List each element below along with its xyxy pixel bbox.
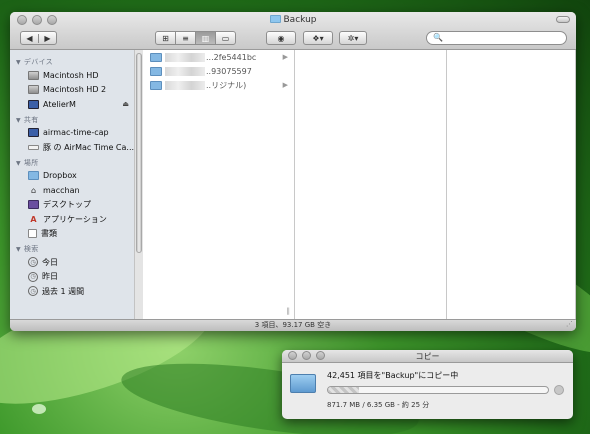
column-1: ...2fe5441bc ▶ ..93075597 ..リジナル) ▶ ‖ [143, 50, 295, 319]
window-title: コピー [415, 352, 440, 361]
window-title: Backup [10, 15, 576, 25]
document-icon [28, 229, 37, 239]
copy-progress-bar [327, 386, 549, 394]
eject-icon[interactable]: ⏏ [122, 100, 129, 108]
sidebar-item-today[interactable]: ◷ 今日 [10, 255, 143, 270]
list-item[interactable]: ..リジナル) ▶ [143, 78, 294, 92]
copy-details: 871.7 MB / 6.35 GB - 約 25 分 [327, 401, 430, 409]
sidebar-item-airmac-time-capsule[interactable]: 豚 の AirMac Time Ca... [10, 140, 143, 155]
wallpaper-dewdrop [32, 404, 46, 414]
desktop-icon [28, 200, 39, 210]
icon-view-button[interactable]: ⊞ [156, 32, 175, 44]
sidebar-item-yesterday[interactable]: ◷ 昨日 [10, 270, 143, 285]
disclosure-triangle-icon: ▼ [16, 246, 21, 253]
resize-grip-icon[interactable]: ⋰ [566, 319, 573, 330]
list-view-button[interactable]: ≡ [175, 32, 195, 44]
sidebar-item-macintosh-hd-2[interactable]: Macintosh HD 2 [10, 83, 143, 98]
sidebar-item-desktop[interactable]: デスクトップ [10, 198, 143, 213]
clock-icon: ◷ [28, 257, 38, 268]
nav-buttons: ◀ ▶ [20, 31, 57, 45]
sidebar-section-devices[interactable]: ▼ デバイス [10, 54, 143, 68]
sidebar-item-home[interactable]: ⌂ macchan [10, 183, 143, 198]
copy-progress-window: コピー 42,451 項目を"Backup"にコピー中 871.7 MB / 6… [282, 350, 573, 419]
hard-disk-icon [28, 85, 39, 95]
sidebar-item-applications[interactable]: A アプリケーション [10, 212, 143, 227]
sidebar-item-documents[interactable]: 書類 [10, 227, 143, 242]
home-icon: ⌂ [30, 185, 37, 195]
browser-content: ▼ デバイス Macintosh HD Macintosh HD 2 Atelie… [10, 50, 576, 319]
eye-icon: ◉ [277, 33, 285, 43]
network-disk-icon [28, 144, 39, 150]
column-2 [295, 50, 447, 319]
disclosure-arrow-icon: ▶ [282, 81, 288, 89]
quick-look-button[interactable]: ◉ [266, 31, 296, 45]
disclosure-triangle-icon: ▼ [16, 116, 21, 124]
list-item[interactable]: ...2fe5441bc ▶ [143, 50, 294, 64]
column-resize-handle[interactable]: ‖ [287, 307, 291, 315]
folder-icon [28, 171, 39, 181]
forward-button[interactable]: ▶ [38, 33, 56, 43]
redacted-name [165, 66, 205, 76]
clock-icon: ◷ [28, 271, 38, 282]
toolbar-toggle-button[interactable] [556, 16, 570, 23]
action-menu-button[interactable]: ✲▾ [339, 31, 367, 45]
finder-window: Backup ◀ ▶ ⊞ ≡ ▥ ▭ ◉ ❖▾ ✲▾ 🔍 ▼ デバイス Macin… [10, 12, 576, 331]
folder-icon [150, 66, 162, 76]
cancel-button[interactable] [554, 385, 564, 395]
list-item[interactable]: ..93075597 [143, 64, 294, 78]
copy-message: 42,451 項目を"Backup"にコピー中 [327, 371, 459, 380]
monitor-icon [28, 99, 39, 109]
copy-body: 42,451 項目を"Backup"にコピー中 871.7 MB / 6.35 … [282, 363, 573, 419]
dropbox-menu-button[interactable]: ❖▾ [303, 31, 333, 45]
status-bar: 3 項目、93.17 GB 空き ⋰ [10, 319, 576, 331]
zoom-button[interactable] [316, 351, 325, 360]
column-view-button[interactable]: ▥ [195, 32, 215, 44]
disclosure-arrow-icon: ▶ [282, 53, 288, 61]
back-button[interactable]: ◀ [21, 34, 38, 43]
disclosure-triangle-icon: ▼ [16, 59, 21, 66]
clock-icon: ◷ [28, 286, 38, 297]
hard-disk-icon [28, 70, 39, 80]
redacted-name [165, 80, 205, 90]
folder-icon [290, 374, 316, 393]
sidebar-scrollbar[interactable] [134, 50, 143, 319]
sidebar-section-shared[interactable]: ▼ 共有 [10, 112, 143, 126]
search-input[interactable] [444, 33, 555, 42]
sidebar-section-places[interactable]: ▼ 場所 [10, 155, 143, 169]
sidebar-item-airmac-time-cap[interactable]: airmac-time-cap [10, 126, 143, 141]
sidebar: ▼ デバイス Macintosh HD Macintosh HD 2 Atelie… [10, 50, 143, 319]
titlebar: コピー [282, 350, 573, 363]
sidebar-item-ateliermac[interactable]: AtelierM ⏏ [10, 97, 143, 112]
applications-icon: A [30, 214, 37, 224]
titlebar: Backup ◀ ▶ ⊞ ≡ ▥ ▭ ◉ ❖▾ ✲▾ 🔍 [10, 12, 576, 50]
coverflow-view-button[interactable]: ▭ [215, 32, 235, 44]
scrollbar-thumb[interactable] [136, 53, 142, 253]
progress-fill [328, 387, 359, 393]
sidebar-item-dropbox[interactable]: Dropbox [10, 169, 143, 184]
monitor-icon [28, 128, 39, 138]
redacted-name [165, 52, 205, 62]
view-mode-buttons: ⊞ ≡ ▥ ▭ [155, 31, 236, 45]
sidebar-item-macintosh-hd[interactable]: Macintosh HD [10, 68, 143, 83]
sidebar-section-search[interactable]: ▼ 検索 [10, 241, 143, 255]
disclosure-triangle-icon: ▼ [16, 159, 21, 167]
gear-icon: ✲▾ [347, 33, 359, 43]
close-button[interactable] [288, 351, 297, 360]
column-3 [447, 50, 576, 319]
folder-icon [269, 15, 281, 23]
sidebar-item-past-week[interactable]: ◷ 過去 1 週間 [10, 284, 143, 299]
minimize-button[interactable] [302, 351, 311, 360]
dropbox-icon: ❖▾ [312, 33, 324, 43]
search-field[interactable]: 🔍 [426, 31, 567, 45]
window-controls [288, 351, 325, 360]
folder-icon [150, 52, 162, 62]
folder-icon [150, 80, 162, 90]
search-icon: 🔍 [433, 33, 443, 42]
